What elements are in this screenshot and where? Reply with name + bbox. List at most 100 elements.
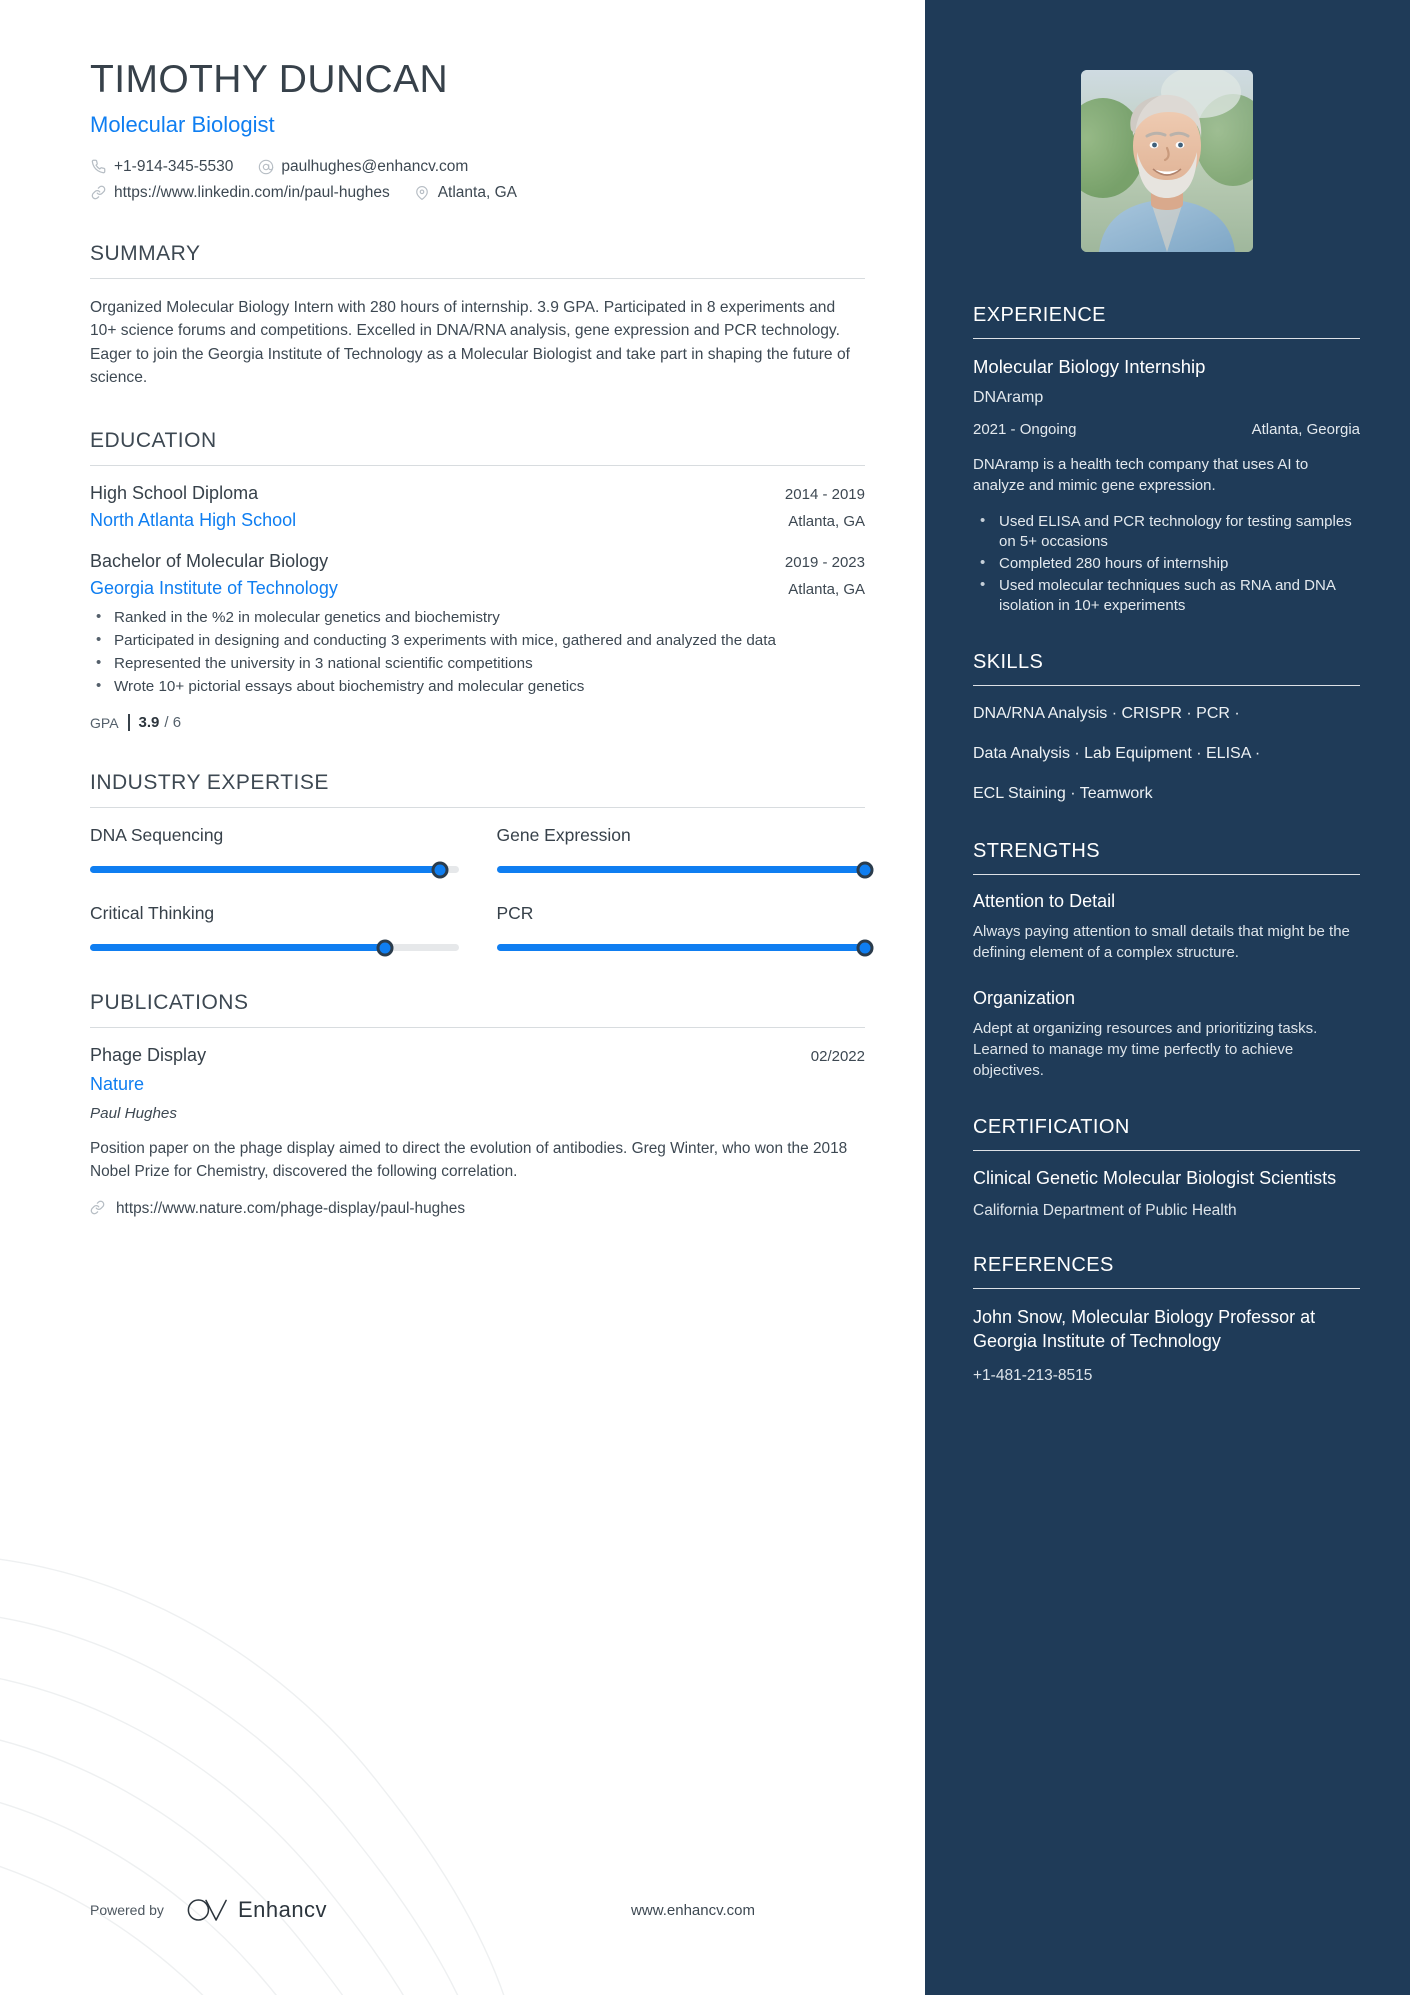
expertise-label: Gene Expression — [496, 825, 631, 846]
strength-description: Always paying attention to small details… — [973, 923, 1350, 962]
footer: Powered by Enhancv www.enhancv.com — [90, 1897, 865, 1923]
expertise-slider[interactable] — [496, 939, 874, 957]
sidebar: EXPERIENCE Molecular Biology Internship … — [925, 0, 1410, 1995]
gpa-scale: / 6 — [164, 714, 182, 732]
experience-bullets: Used ELISA and PCR technology for testin… — [973, 511, 1360, 617]
summary-text: Organized Molecular Biology Intern with … — [90, 298, 850, 387]
section-industry-expertise: INDUSTRY EXPERTISE DNA Sequencing Gene E… — [90, 771, 874, 957]
contact-phone[interactable]: +1-914-345-5530 — [90, 158, 233, 176]
skills-line: Data Analysis · Lab Equipment · ELISA · — [973, 745, 1261, 763]
references-heading: REFERENCES — [973, 1253, 1114, 1276]
contact-linkedin[interactable]: https://www.linkedin.com/in/paul-hughes — [90, 184, 390, 202]
education-school[interactable]: Georgia Institute of Technology — [90, 578, 338, 599]
sidebar-section-references: REFERENCES John Snow, Molecular Biology … — [973, 1254, 1360, 1386]
summary-heading: SUMMARY — [90, 241, 201, 265]
reference-phone: +1-481-213-8515 — [973, 1367, 1093, 1385]
gpa-separator — [127, 714, 130, 732]
education-heading: EDUCATION — [90, 429, 217, 453]
slider-knob[interactable] — [856, 939, 874, 957]
education-degree: High School Diploma — [90, 483, 259, 504]
certification-heading: CERTIFICATION — [973, 1115, 1130, 1138]
experience-location: Atlanta, Georgia — [1251, 421, 1360, 439]
sidebar-section-certification: CERTIFICATION Clinical Genetic Molecular… — [973, 1116, 1360, 1220]
slider-fill — [496, 944, 865, 952]
reference-text: John Snow, Molecular Biology Professor a… — [973, 1306, 1316, 1351]
education-entry: Bachelor of Molecular Biology 2019 - 202… — [90, 551, 865, 732]
strengths-divider — [973, 874, 1360, 876]
contact-location-text: Atlanta, GA — [437, 183, 517, 201]
education-location: Atlanta, GA — [788, 581, 865, 599]
expertise-label: PCR — [496, 903, 534, 924]
skills-divider — [973, 685, 1360, 687]
contact-line-2: https://www.linkedin.com/in/paul-hughes … — [90, 184, 865, 202]
list-item: Completed 280 hours of internship — [973, 553, 1360, 575]
education-location: Atlanta, GA — [788, 513, 865, 531]
publication-journal[interactable]: Nature — [90, 1074, 865, 1095]
contact-linkedin-text: https://www.linkedin.com/in/paul-hughes — [114, 183, 390, 201]
experience-meta: 2021 - Ongoing Atlanta, Georgia — [973, 421, 1360, 438]
slider-fill — [90, 944, 385, 952]
expertise-heading: INDUSTRY EXPERTISE — [90, 771, 329, 795]
expertise-divider — [90, 807, 865, 809]
publication-date: 02/2022 — [810, 1048, 865, 1066]
strength-name: Organization — [973, 987, 1076, 1008]
email-icon — [257, 158, 274, 175]
section-education: EDUCATION High School Diploma 2014 - 201… — [90, 429, 865, 732]
section-publications: PUBLICATIONS Phage Display 02/2022 Natur… — [90, 991, 865, 1218]
contact-email[interactable]: paulhughes@enhancv.com — [257, 158, 468, 176]
strength-name: Attention to Detail — [973, 891, 1116, 912]
education-entry: High School Diploma 2014 - 2019 North At… — [90, 483, 865, 531]
skills-line: ECL Staining · Teamwork — [973, 785, 1153, 803]
strength-item: Attention to Detail Always paying attent… — [973, 891, 1360, 964]
contact-block: +1-914-345-5530 paulhughes@enhancv.com h… — [90, 158, 865, 202]
job-title: Molecular Biologist — [90, 111, 275, 137]
slider-knob[interactable] — [431, 861, 449, 879]
resume-page: TIMOTHY DUNCAN Molecular Biologist +1-91… — [0, 0, 1410, 1995]
expertise-label: DNA Sequencing — [90, 825, 224, 846]
slider-knob[interactable] — [376, 939, 394, 957]
skills-heading: SKILLS — [973, 651, 1044, 674]
link-icon — [90, 184, 107, 201]
brand-name: Enhancv — [237, 1897, 328, 1922]
avatar-container — [973, 70, 1360, 252]
summary-divider — [90, 277, 865, 279]
gpa-row: GPA 3.9 / 6 — [90, 714, 865, 732]
education-entry-subheader: North Atlanta High School Atlanta, GA — [90, 510, 865, 531]
avatar-photo — [1080, 70, 1253, 252]
education-school[interactable]: North Atlanta High School — [90, 510, 296, 531]
publication-entry: Phage Display 02/2022 Nature Paul Hughes… — [90, 1045, 865, 1218]
slider-fill — [90, 866, 441, 874]
footer-website[interactable]: www.enhancv.com — [631, 1902, 865, 1919]
strength-item: Organization Adept at organizing resourc… — [973, 988, 1360, 1082]
education-degree: Bachelor of Molecular Biology — [90, 551, 329, 572]
experience-role: Molecular Biology Internship — [973, 356, 1206, 377]
publication-link[interactable]: https://www.nature.com/phage-display/pau… — [90, 1200, 865, 1218]
education-entry-subheader: Georgia Institute of Technology Atlanta,… — [90, 578, 865, 599]
education-entry-header: High School Diploma 2014 - 2019 — [90, 483, 865, 504]
slider-knob[interactable] — [856, 861, 874, 879]
experience-divider — [973, 338, 1360, 339]
avatar — [1080, 70, 1253, 252]
list-item: Participated in designing and conducting… — [90, 630, 865, 652]
list-item: Used ELISA and PCR technology for testin… — [973, 511, 1360, 553]
phone-icon — [90, 158, 107, 175]
link-icon — [90, 1200, 107, 1217]
powered-by-label: Powered by — [90, 1902, 164, 1918]
contact-location[interactable]: Atlanta, GA — [414, 184, 517, 202]
experience-entry: Molecular Biology Internship DNAramp 202… — [973, 355, 1360, 617]
expertise-slider[interactable] — [90, 939, 459, 957]
expertise-slider[interactable] — [496, 861, 874, 879]
expertise-slider[interactable] — [90, 861, 459, 879]
publication-description: Position paper on the phage display aime… — [90, 1140, 848, 1180]
slider-fill — [496, 866, 865, 874]
contact-line-1: +1-914-345-5530 paulhughes@enhancv.com — [90, 158, 865, 176]
location-pin-icon — [414, 184, 431, 201]
sidebar-section-skills: SKILLS DNA/RNA Analysis · CRISPR · PCR ·… — [973, 651, 1360, 806]
experience-company: DNAramp — [973, 389, 1044, 407]
expertise-grid: DNA Sequencing Gene Expression Critical … — [90, 825, 874, 957]
sidebar-section-experience: EXPERIENCE Molecular Biology Internship … — [973, 304, 1360, 617]
expertise-label: Critical Thinking — [90, 903, 215, 924]
experience-description: DNAramp is a health tech company that us… — [973, 456, 1309, 495]
skills-line: DNA/RNA Analysis · CRISPR · PCR · — [973, 705, 1240, 723]
education-bullets: Ranked in the %2 in molecular genetics a… — [90, 607, 865, 698]
